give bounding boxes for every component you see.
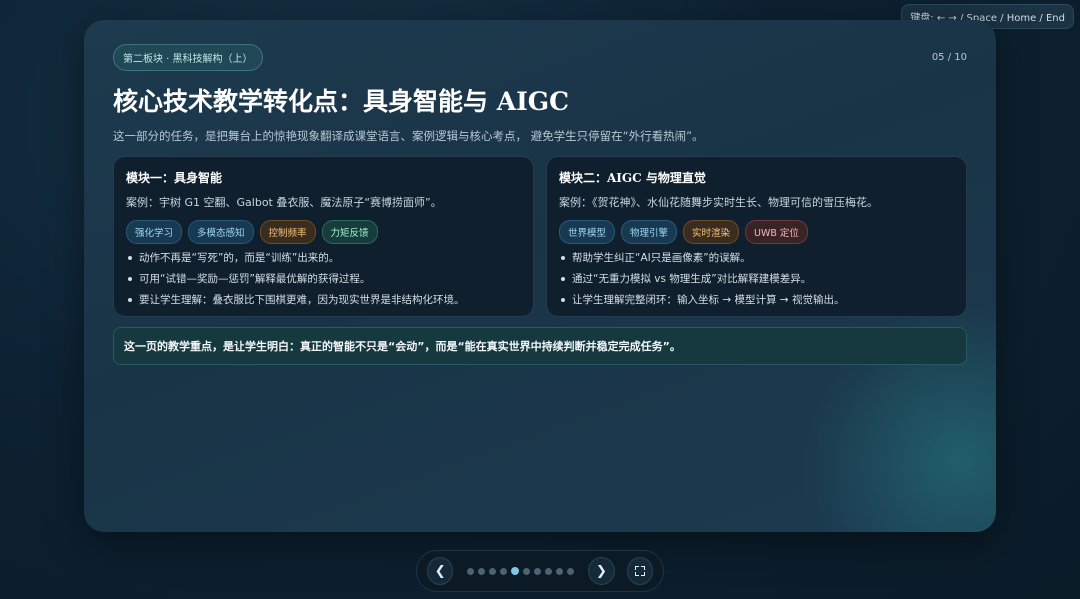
chip-list: 强化学习 多模态感知 控制频率 力矩反馈 — [126, 220, 521, 244]
card-case: 案例：《贺花神》、水仙花随舞步实时生长、物理可信的雪压梅花。 — [559, 196, 878, 209]
chevron-left-icon: ❮ — [434, 563, 446, 579]
page-dot-2[interactable] — [478, 567, 486, 575]
page-dot-10[interactable] — [567, 567, 575, 575]
chip-list: 世界模型 物理引擎 实时渲染 UWB 定位 — [559, 220, 954, 244]
chip: 控制频率 — [259, 220, 316, 244]
page-dot-7[interactable] — [534, 567, 542, 575]
fullscreen-button[interactable] — [626, 557, 653, 585]
page-dots — [467, 567, 575, 575]
chip: 强化学习 — [126, 220, 183, 244]
key-point-callout: 这一页的教学重点，是让学生明白：真正的智能不只是“会动”，而是“能在真实世界中持… — [113, 327, 967, 365]
bullet-item: 要让学生理解：叠衣服比下围棋更难，因为现实世界是非结构化环境。 — [126, 292, 521, 308]
chip: 实时渲染 — [683, 220, 740, 244]
card-title: 模块一：具身智能 — [126, 171, 223, 185]
page-dot-8[interactable] — [545, 567, 553, 575]
page-dot-5[interactable] — [511, 567, 520, 575]
bullet-list: 帮助学生纠正“AI只是画像素”的误解。 通过“无重力模拟 vs 物理生成”对比解… — [559, 250, 954, 308]
chip: 物理引擎 — [621, 220, 678, 244]
card-title: 模块二：AIGC 与物理直觉 — [559, 171, 706, 185]
chip: 世界模型 — [559, 220, 616, 244]
slide-card: 第二板块 · 黑科技解构（上） 05 / 10 核心技术教学转化点：具身智能与 … — [84, 20, 996, 532]
bullet-item: 动作不再是“写死”的，而是“训练”出来的。 — [126, 250, 521, 266]
module-cards: 模块一：具身智能 案例：宇树 G1 空翻、Galbot 叠衣服、魔法原子“赛博捞… — [113, 156, 967, 317]
page-dot-3[interactable] — [489, 567, 497, 575]
card-case: 案例：宇树 G1 空翻、Galbot 叠衣服、魔法原子“赛博捞面师”。 — [126, 196, 442, 209]
page-dot-9[interactable] — [556, 567, 564, 575]
bullet-item: 通过“无重力模拟 vs 物理生成”对比解释建模差异。 — [559, 271, 954, 287]
bullet-list: 动作不再是“写死”的，而是“训练”出来的。 可用“试错—奖励—惩罚”解释最优解的… — [126, 250, 521, 308]
next-slide-button[interactable]: ❯ — [588, 557, 615, 585]
page-dot-6[interactable] — [523, 567, 531, 575]
bullet-item: 帮助学生纠正“AI只是画像素”的误解。 — [559, 250, 954, 266]
chip: 力矩反馈 — [321, 220, 378, 244]
slide-title: 核心技术教学转化点：具身智能与 AIGC — [113, 87, 570, 116]
fullscreen-icon — [634, 566, 645, 576]
module-card-embodied: 模块一：具身智能 案例：宇树 G1 空翻、Galbot 叠衣服、魔法原子“赛博捞… — [113, 156, 534, 317]
slide-header: 第二板块 · 黑科技解构（上） 05 / 10 — [113, 43, 967, 71]
chip: 多模态感知 — [188, 220, 254, 244]
module-card-aigc: 模块二：AIGC 与物理直觉 案例：《贺花神》、水仙花随舞步实时生长、物理可信的… — [546, 156, 967, 317]
chevron-right-icon: ❯ — [596, 563, 607, 579]
slide-subtitle: 这一部分的任务，是把舞台上的惊艳现象翻译成课堂语言、案例逻辑与核心考点， 避免学… — [113, 129, 704, 143]
slide-navigation: ❮ ❯ — [416, 550, 664, 592]
bullet-item: 可用“试错—奖励—惩罚”解释最优解的获得过程。 — [126, 271, 521, 287]
page-number: 05 / 10 — [931, 51, 967, 63]
page-dot-1[interactable] — [467, 567, 475, 575]
section-tag: 第二板块 · 黑科技解构（上） — [113, 43, 263, 71]
prev-slide-button[interactable]: ❮ — [427, 557, 454, 585]
chip: UWB 定位 — [745, 220, 808, 244]
page-dot-4[interactable] — [500, 567, 508, 575]
bullet-item: 让学生理解完整闭环：输入坐标 → 模型计算 → 视觉输出。 — [559, 292, 954, 308]
